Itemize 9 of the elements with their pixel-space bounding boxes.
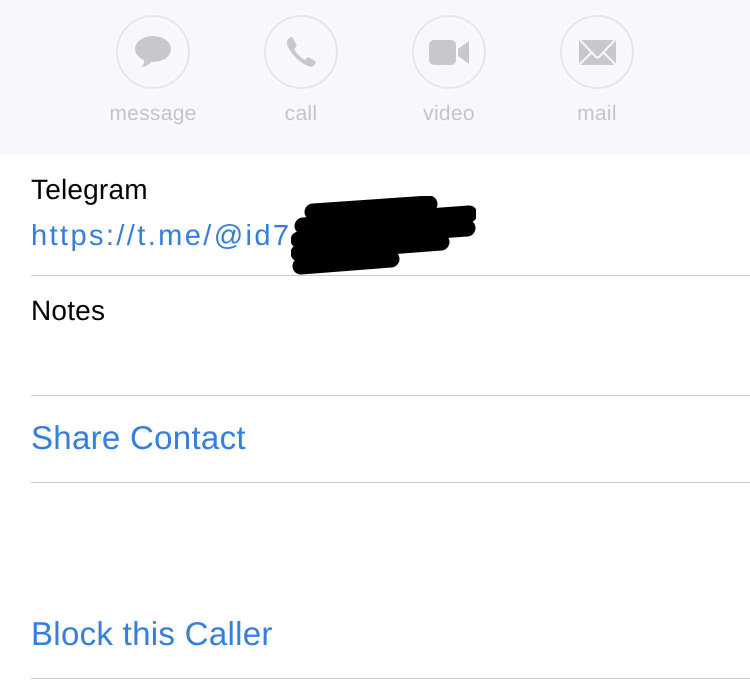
phone-icon (285, 36, 317, 68)
share-contact-link[interactable]: Share Contact (31, 419, 246, 456)
field-label: Telegram (31, 173, 148, 207)
speech-bubble-icon (135, 36, 171, 68)
field-label: Notes (31, 294, 106, 328)
envelope-icon (578, 40, 616, 64)
block-caller-link[interactable]: Block this Caller (31, 615, 273, 652)
telegram-link[interactable]: https://t.me/@id7 (31, 218, 292, 254)
video-camera-icon (429, 40, 469, 64)
